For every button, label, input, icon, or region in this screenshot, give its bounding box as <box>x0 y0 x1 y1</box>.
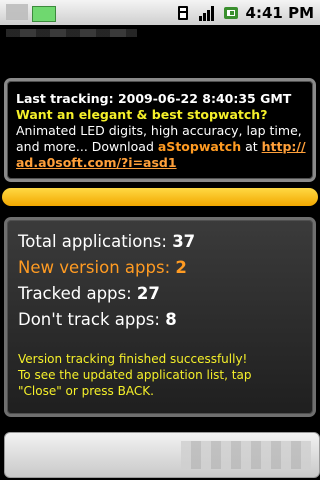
untracked-label: Don't track apps: <box>18 310 166 329</box>
total-value: 37 <box>172 232 196 251</box>
tracked-row: Tracked apps: 27 <box>18 284 160 303</box>
close-button[interactable] <box>4 432 320 478</box>
status-icons: 4:41 PM <box>174 2 314 23</box>
promo-link-part2[interactable]: ad.a0soft.com/?i=asd1 <box>16 155 177 170</box>
promo-line-2-prefix: and more... Download <box>16 139 158 154</box>
obscured-content <box>6 29 137 37</box>
status-time: 4:41 PM <box>245 3 314 22</box>
tracked-label: Tracked apps: <box>18 284 137 303</box>
promo-title: Want an elegant & best stopwatch? <box>16 107 268 122</box>
info-panel: Last tracking: 2009-06-22 8:40:35 GMT Wa… <box>4 78 316 182</box>
promo-line-3: ad.a0soft.com/?i=asd1 <box>16 155 177 170</box>
signal-icon <box>198 5 214 21</box>
result-message-line-3: "Close" or press BACK. <box>18 384 154 398</box>
tracked-value: 27 <box>136 284 160 303</box>
stats-panel: Total applications: 37 New version apps:… <box>4 217 316 417</box>
sd-card-icon <box>177 5 188 20</box>
new-version-label: New version apps: <box>18 258 176 277</box>
result-message-line-2: To see the updated application list, tap <box>18 368 252 382</box>
notification-icon <box>6 4 28 20</box>
status-bar: 4:41 PM <box>0 0 320 25</box>
promo-app-name: aStopwatch <box>157 139 242 154</box>
new-version-row: New version apps: 2 <box>18 258 187 277</box>
promo-at: at <box>241 139 262 154</box>
promo-line-1: Animated LED digits, high accuracy, lap … <box>16 123 302 138</box>
promo-link-part1[interactable]: http:// <box>262 139 306 154</box>
total-label: Total applications: <box>18 232 173 251</box>
progress-bar <box>2 188 318 206</box>
untracked-value: 8 <box>165 310 177 329</box>
total-applications-row: Total applications: 37 <box>18 232 195 251</box>
result-message-line-1: Version tracking finished successfully! <box>18 352 248 366</box>
battery-icon <box>223 6 238 19</box>
obscured-button-content <box>181 441 311 469</box>
new-version-value: 2 <box>175 258 187 277</box>
promo-line-2: and more... Download aStopwatch at http:… <box>16 139 306 154</box>
app-notification-icon <box>32 6 56 22</box>
untracked-row: Don't track apps: 8 <box>18 310 177 329</box>
progress-fill <box>2 188 318 206</box>
last-tracking-text: Last tracking: 2009-06-22 8:40:35 GMT <box>16 91 292 106</box>
